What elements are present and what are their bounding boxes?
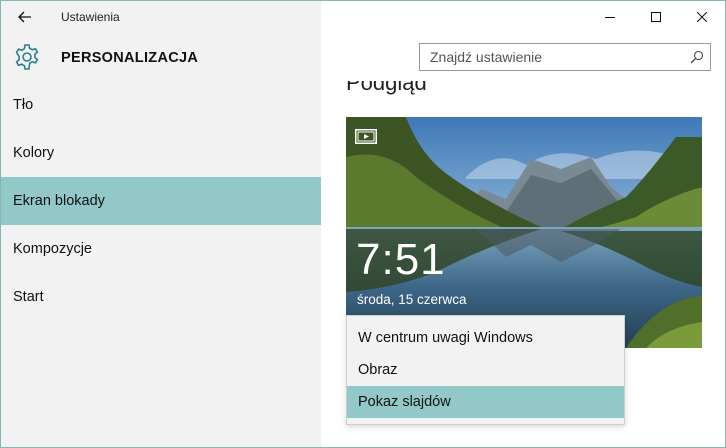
minimize-button[interactable] [587, 1, 633, 33]
maximize-icon [651, 12, 661, 22]
dropdown-option-label: Obraz [358, 362, 398, 378]
settings-window: Ustawienia PERSONALIZACJA Tło Ko [0, 0, 726, 448]
sidebar-item-tlo[interactable]: Tło [1, 81, 321, 129]
dropdown-option-slideshow[interactable]: Pokaz slajdów [347, 386, 624, 418]
sidebar-item-kompozycje[interactable]: Kompozycje [1, 225, 321, 273]
maximize-button[interactable] [633, 1, 679, 33]
window-title: Ustawienia [61, 10, 120, 24]
gear-icon [15, 44, 39, 70]
minimize-icon [605, 17, 615, 18]
dropdown-option-label: Pokaz slajdów [358, 394, 451, 410]
preview-heading: Podgląd [346, 81, 427, 95]
settings-header: PERSONALIZACJA [1, 33, 725, 81]
sidebar-item-kolory[interactable]: Kolory [1, 129, 321, 177]
lock-screen-date: środa, 15 czerwca [357, 292, 467, 307]
lock-screen-time: 7:51 [356, 235, 446, 284]
page-title: PERSONALIZACJA [61, 50, 199, 66]
sidebar-item-label: Kolory [13, 145, 55, 161]
dropdown-option-windows-spotlight[interactable]: W centrum uwagi Windows [347, 322, 624, 354]
main-content: Podgląd 7:51 środa, 15 czerwca W centrum… [321, 81, 725, 447]
dropdown-option-picture[interactable]: Obraz [347, 354, 624, 386]
close-icon [697, 12, 707, 22]
close-button[interactable] [679, 1, 725, 33]
search-input[interactable] [420, 44, 678, 70]
dropdown-option-label: W centrum uwagi Windows [358, 330, 533, 346]
sidebar-item-start[interactable]: Start [1, 273, 321, 321]
sidebar-item-label: Start [13, 289, 44, 305]
lock-screen-preview: 7:51 środa, 15 czerwca [346, 117, 702, 348]
sidebar-nav: Tło Kolory Ekran blokady Kompozycje Star… [1, 81, 321, 321]
sidebar-item-label: Ekran blokady [13, 193, 105, 209]
search-box[interactable] [419, 43, 711, 71]
search-icon[interactable] [690, 50, 704, 64]
slideshow-icon [355, 129, 377, 144]
sidebar-item-label: Tło [13, 97, 34, 113]
back-button[interactable] [9, 5, 41, 29]
background-dropdown-list: W centrum uwagi Windows Obraz Pokaz slaj… [346, 315, 625, 425]
title-bar: Ustawienia [1, 1, 725, 33]
sidebar-item-ekran-blokady[interactable]: Ekran blokady [1, 177, 321, 225]
sidebar-item-label: Kompozycje [13, 241, 92, 257]
lock-screen-background-image [346, 117, 702, 348]
back-arrow-icon [18, 11, 31, 23]
